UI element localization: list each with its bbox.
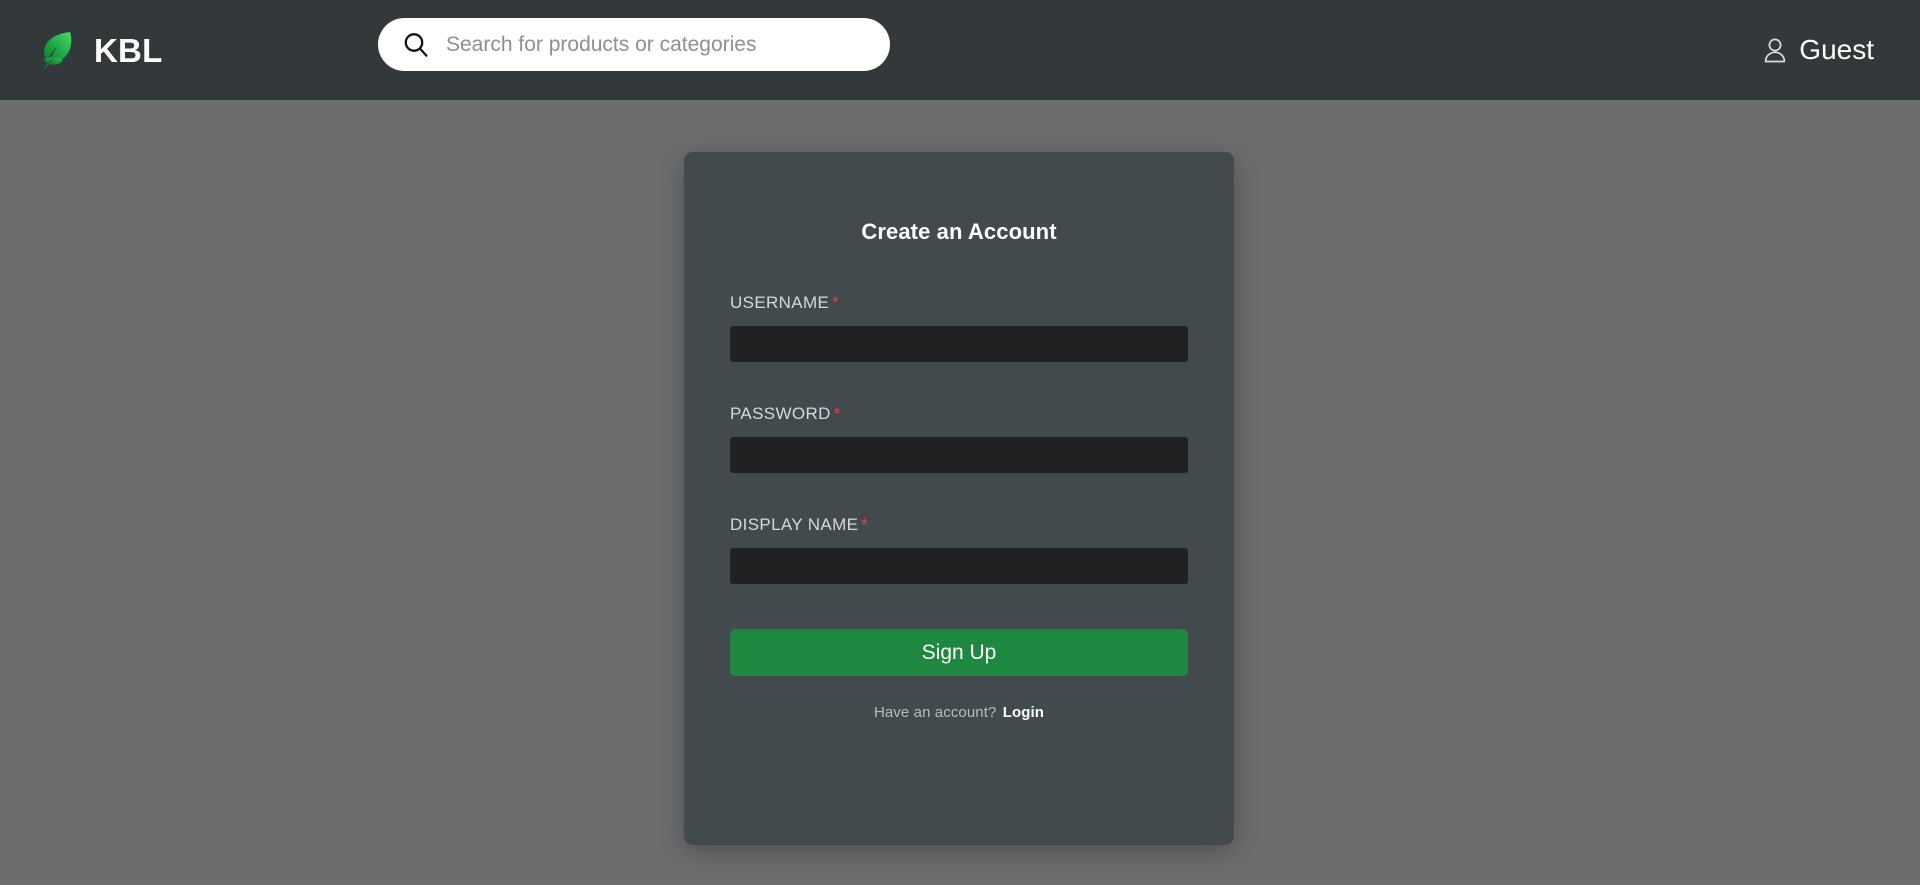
search-bar[interactable] bbox=[378, 18, 890, 71]
login-link[interactable]: Login bbox=[1003, 704, 1044, 721]
search-icon bbox=[404, 32, 428, 57]
display-name-label-text: DISPLAY NAME bbox=[730, 515, 859, 534]
field-group-display-name: DISPLAY NAME * bbox=[730, 515, 1188, 584]
field-group-username: USERNAME * bbox=[730, 293, 1188, 362]
required-asterisk: * bbox=[832, 293, 840, 312]
search-input[interactable] bbox=[446, 18, 868, 71]
have-account-text: Have an account? bbox=[873, 704, 997, 721]
brand-name: KBL bbox=[94, 31, 163, 69]
leaf-icon bbox=[43, 32, 72, 69]
card-footer: Have an account? Login bbox=[730, 704, 1188, 721]
username-label-text: USERNAME bbox=[730, 293, 830, 312]
username-label: USERNAME * bbox=[730, 293, 1188, 313]
password-input[interactable] bbox=[730, 437, 1188, 473]
account-menu[interactable]: Guest bbox=[1762, 36, 1874, 64]
page-title: Create an Account bbox=[861, 219, 1057, 244]
page-main: Create an Account USERNAME * PASSWORD * DI… bbox=[0, 100, 1920, 885]
display-name-input[interactable] bbox=[730, 548, 1188, 584]
password-label-text: PASSWORD bbox=[730, 404, 831, 423]
site-header: KBL Guest bbox=[0, 0, 1920, 100]
username-input[interactable] bbox=[730, 326, 1188, 362]
account-label: Guest bbox=[1799, 34, 1874, 65]
display-name-label: DISPLAY NAME * bbox=[730, 515, 1188, 535]
brand-home-link[interactable]: KBL bbox=[36, 28, 162, 72]
user-icon bbox=[1765, 38, 1786, 63]
signup-card: Create an Account USERNAME * PASSWORD * DI… bbox=[684, 152, 1234, 845]
password-label: PASSWORD * bbox=[730, 404, 1188, 424]
field-group-password: PASSWORD * bbox=[730, 404, 1188, 473]
required-asterisk: * bbox=[861, 515, 869, 534]
required-asterisk: * bbox=[833, 404, 841, 423]
sign-up-button[interactable]: Sign Up bbox=[730, 629, 1188, 676]
